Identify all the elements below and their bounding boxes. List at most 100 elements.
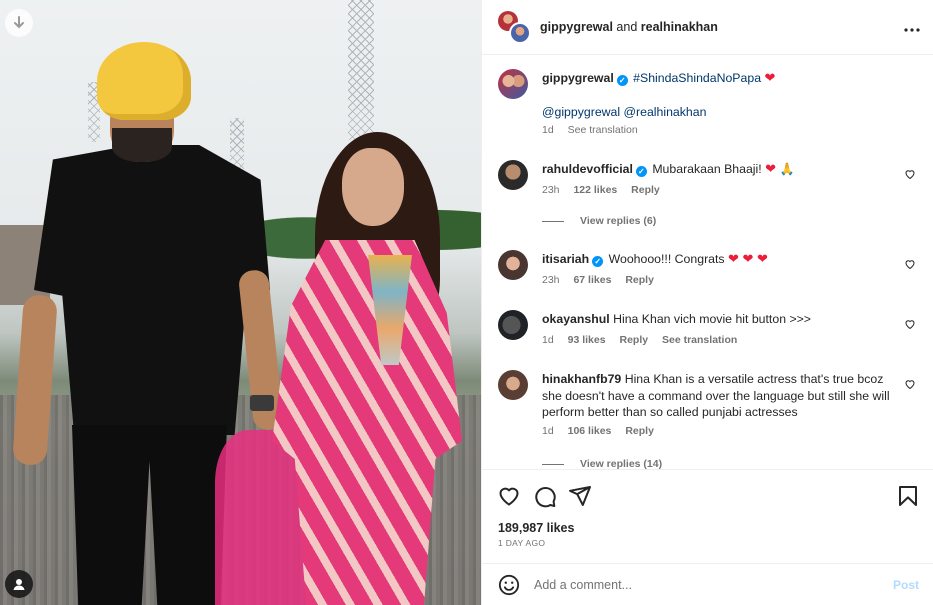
collab-avatars[interactable]: [498, 11, 531, 44]
yellow-turban: [97, 42, 191, 120]
comment-meta: 1d 93 likes Reply See translation: [542, 334, 748, 346]
post-side-panel: gippygrewal and realhinakhan gippygrewal…: [481, 0, 933, 605]
see-translation-link[interactable]: See translation: [568, 124, 638, 136]
reply-button[interactable]: Reply: [625, 425, 654, 437]
comment-text: itisariah ✓ Woohooo!!! Congrats ❤ ❤ ❤: [542, 251, 892, 268]
comment-text: okayanshul Hina Khan vich movie hit butt…: [542, 311, 892, 328]
comment-likes[interactable]: 106 likes: [568, 425, 612, 437]
view-replies-button[interactable]: View replies (14): [542, 458, 662, 469]
comment-body: Hina Khan vich movie hit button >>>: [613, 312, 811, 326]
verified-badge-icon: ✓: [592, 256, 604, 267]
comment-username[interactable]: hinakhanfb79: [542, 372, 621, 386]
header-user-2[interactable]: realhinakhan: [641, 20, 718, 34]
comment-like-button[interactable]: [904, 318, 916, 330]
avatar[interactable]: [498, 370, 528, 400]
verified-badge-icon: ✓: [616, 75, 628, 86]
heart-icon: [905, 380, 915, 390]
red-heart-emoji: ❤: [764, 70, 776, 85]
avatar[interactable]: [498, 250, 528, 280]
comment-likes[interactable]: 67 likes: [573, 274, 611, 286]
post-actions: 189,987 likes 1 DAY AGO Post: [482, 469, 933, 604]
background-tower: [348, 0, 374, 140]
wrist-watch: [250, 395, 274, 411]
more-options-button[interactable]: [904, 17, 920, 35]
post-button[interactable]: Post: [893, 578, 919, 592]
heart-icon: [905, 170, 915, 180]
download-button[interactable]: [5, 9, 33, 37]
replies-divider: [542, 220, 564, 222]
comment-meta: 23h 67 likes Reply: [542, 274, 665, 286]
folded-hands-emoji: 🙏: [779, 162, 795, 176]
comment-time[interactable]: 23h: [542, 184, 560, 196]
caption-hashtag[interactable]: #ShindaShindaNoPapa: [633, 71, 761, 85]
comment-body: Woohooo!!! Congrats: [608, 252, 725, 266]
post-timestamp[interactable]: 1 DAY AGO: [498, 538, 545, 548]
see-translation-link[interactable]: See translation: [662, 334, 737, 346]
arrow-down-icon: [14, 16, 24, 29]
caption-mention-2[interactable]: @realhinakhan: [624, 105, 707, 119]
avatar[interactable]: [498, 160, 528, 190]
comment-username[interactable]: okayanshul: [542, 312, 610, 326]
bookmark-icon: [899, 486, 917, 506]
comment-like-button[interactable]: [904, 378, 916, 390]
comment-like-button[interactable]: [904, 258, 916, 270]
woman-face: [342, 148, 404, 226]
comments-list[interactable]: gippygrewal ✓ #ShindaShindaNoPapa ❤ @gipp…: [482, 56, 933, 469]
share-button[interactable]: [568, 484, 592, 508]
caption-username[interactable]: gippygrewal: [542, 71, 614, 85]
man-beard: [112, 128, 172, 162]
verified-badge-icon: ✓: [635, 166, 647, 177]
heart-icon: [499, 487, 519, 506]
smile-icon: [498, 574, 520, 596]
post-photo[interactable]: [0, 0, 481, 605]
save-button[interactable]: [896, 484, 920, 508]
comment-like-button[interactable]: [904, 168, 916, 180]
caption-meta: 1d See translation: [542, 124, 649, 136]
header-usernames: gippygrewal and realhinakhan: [540, 20, 718, 34]
comment-time[interactable]: 1d: [542, 334, 554, 346]
view-replies-button[interactable]: View replies (6): [542, 215, 656, 227]
emoji-button[interactable]: [498, 574, 520, 596]
comment-button[interactable]: [533, 484, 557, 508]
comment-likes[interactable]: 122 likes: [573, 184, 617, 196]
caption-text: gippygrewal ✓ #ShindaShindaNoPapa ❤ @gipp…: [542, 70, 892, 120]
red-heart-emoji: ❤: [765, 161, 777, 176]
comment-username[interactable]: rahuldevofficial: [542, 162, 633, 176]
view-replies-label: View replies (14): [580, 458, 663, 469]
like-button[interactable]: [497, 484, 521, 508]
comment-likes[interactable]: 93 likes: [568, 334, 606, 346]
reply-button[interactable]: Reply: [625, 274, 654, 286]
more-horizontal-icon: [904, 28, 920, 32]
red-heart-emoji: ❤ ❤ ❤: [728, 251, 768, 266]
header-user-1[interactable]: gippygrewal: [540, 20, 613, 34]
man-black-shirt: [34, 145, 270, 435]
caption-time[interactable]: 1d: [542, 124, 554, 136]
send-icon: [569, 486, 591, 506]
comment-icon: [535, 487, 556, 508]
tagged-users-button[interactable]: [5, 570, 33, 598]
comment-composer: Post: [482, 563, 933, 605]
avatar: [509, 22, 531, 44]
replies-divider: [542, 463, 564, 465]
comment-username[interactable]: itisariah: [542, 252, 589, 266]
comment-time[interactable]: 1d: [542, 425, 554, 437]
comment-meta: 23h 122 likes Reply: [542, 184, 671, 196]
user-tag-icon: [13, 579, 25, 590]
view-replies-label: View replies (6): [580, 215, 657, 227]
comment-text: rahuldevofficial ✓ Mubarakaan Bhaaji! ❤ 🙏: [542, 161, 892, 178]
caption-mention-1[interactable]: @gippygrewal: [542, 105, 620, 119]
post-header: gippygrewal and realhinakhan: [482, 0, 933, 55]
heart-icon: [905, 260, 915, 270]
comment-meta: 1d 106 likes Reply: [542, 425, 665, 437]
avatar[interactable]: [498, 69, 528, 99]
comment-body: Mubarakaan Bhaaji!: [652, 162, 762, 176]
comment-time[interactable]: 23h: [542, 274, 560, 286]
heart-icon: [905, 320, 915, 330]
comment-input[interactable]: [534, 574, 874, 596]
comment-text: hinakhanfb79 Hina Khan is a versatile ac…: [542, 371, 904, 421]
reply-button[interactable]: Reply: [631, 184, 660, 196]
reply-button[interactable]: Reply: [619, 334, 648, 346]
header-joiner: and: [616, 20, 638, 34]
likes-count[interactable]: 189,987 likes: [498, 521, 574, 535]
avatar[interactable]: [498, 310, 528, 340]
